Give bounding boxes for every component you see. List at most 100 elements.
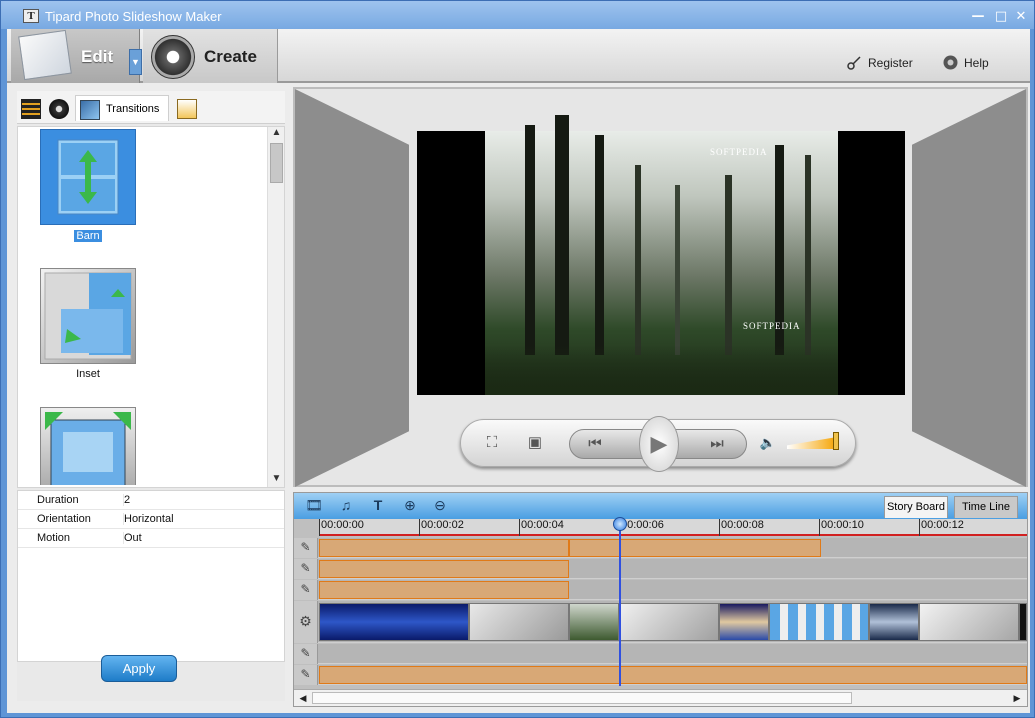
play-icon: ▶ <box>650 431 668 456</box>
scroll-thumb[interactable] <box>312 692 852 704</box>
time-ruler[interactable]: 00:00:00 00:00:02 00:00:04 00:00:06 00:0… <box>319 519 1027 536</box>
register-button[interactable]: Register <box>847 55 913 70</box>
fast-forward-icon[interactable]: ⏭ <box>706 433 728 455</box>
main-toolbar: Edit ▼ Create Register Help <box>7 29 1030 83</box>
transition-list-scrollbar[interactable]: ▲ ▼ <box>267 127 284 487</box>
tab-photo[interactable] <box>19 95 43 121</box>
add-photo-icon[interactable]: 🎞 <box>304 497 324 515</box>
edit-button[interactable]: Edit ▼ <box>11 29 142 83</box>
scroll-thumb[interactable] <box>270 143 283 183</box>
property-row: Motion Out <box>18 529 284 548</box>
app-logo-icon: T <box>23 9 39 23</box>
volume-icon[interactable]: 🔈 <box>757 432 779 454</box>
minimize-button[interactable]: — <box>971 10 985 24</box>
microphone-icon: ✎ <box>294 644 318 664</box>
scroll-down-icon[interactable]: ▼ <box>268 473 285 487</box>
photo-watermark-bottom: SOFTPEDIA <box>743 321 801 331</box>
scroll-up-icon[interactable]: ▲ <box>268 127 285 141</box>
timeline-clip[interactable] <box>569 539 821 557</box>
tab-text[interactable] <box>173 95 201 121</box>
video-clip[interactable] <box>569 603 619 641</box>
close-button[interactable]: ✕ <box>1014 10 1028 24</box>
maximize-button[interactable]: □ <box>994 10 1008 24</box>
property-value[interactable]: 2 <box>123 494 130 506</box>
rewind-icon[interactable]: ⏮ <box>584 433 606 455</box>
text-track[interactable]: ✎ <box>294 559 1027 579</box>
volume-slider-thumb[interactable] <box>833 432 839 450</box>
stop-icon[interactable]: ▣ <box>524 432 546 454</box>
playhead[interactable] <box>613 517 627 686</box>
add-music-icon[interactable]: ♫ <box>336 497 356 515</box>
tab-story-board[interactable]: Story Board <box>884 496 948 518</box>
scroll-left-icon[interactable]: ◀ <box>296 691 310 705</box>
property-value[interactable]: Out <box>123 532 142 544</box>
transition-item-inset[interactable]: Inset <box>40 268 136 380</box>
transition-icon <box>80 100 100 120</box>
tree-trunk <box>635 165 641 355</box>
transition-clip[interactable] <box>469 603 569 641</box>
scroll-right-icon[interactable]: ▶ <box>1010 691 1024 705</box>
tree-trunk <box>725 175 732 355</box>
timeline-clip[interactable] <box>319 581 569 599</box>
apply-button[interactable]: Apply <box>101 655 177 682</box>
timeline-clip[interactable] <box>319 560 569 578</box>
video-clip[interactable] <box>319 603 469 641</box>
tree-trunk <box>555 115 569 355</box>
tab-music[interactable] <box>47 95 71 121</box>
panel-tabs: Transitions <box>17 91 285 124</box>
create-button[interactable]: Create <box>143 29 278 83</box>
property-value[interactable]: Horizontal <box>123 513 174 525</box>
playhead-knob[interactable] <box>613 517 627 531</box>
audio-track[interactable]: ✎ <box>294 665 1027 685</box>
transition-item-barn[interactable]: Barn <box>40 129 136 242</box>
timeline-panel: 🎞 ♫ T ⊕ ⊖ Story Board Time Line 00:00:00… <box>293 492 1028 707</box>
video-clip[interactable] <box>869 603 919 641</box>
help-icon <box>943 55 958 70</box>
timeline-scrollbar[interactable]: ◀ ▶ <box>294 689 1027 706</box>
zoom-in-icon[interactable]: ⊕ <box>400 497 420 515</box>
text-track[interactable]: ✎ <box>294 538 1027 558</box>
transition-thumb <box>40 407 136 485</box>
register-label: Register <box>868 56 913 70</box>
volume-slider[interactable] <box>787 437 837 449</box>
text-note-icon <box>177 99 197 119</box>
tab-transitions[interactable]: Transitions <box>75 95 169 121</box>
video-clip[interactable] <box>1019 603 1027 641</box>
add-text-icon[interactable]: T <box>368 497 388 515</box>
forest-floor <box>485 345 838 395</box>
text-track[interactable]: ✎ <box>294 580 1027 600</box>
pen-icon: ✎ <box>294 538 318 558</box>
play-button[interactable]: ▶ <box>639 416 679 472</box>
audio-track[interactable]: ✎ <box>294 644 1027 664</box>
photo-watermark-top: SOFTPEDIA <box>710 147 768 157</box>
window-title: Tipard Photo Slideshow Maker <box>45 9 222 24</box>
tick-label: 00:00:10 <box>819 519 864 536</box>
property-row: Orientation Horizontal <box>18 510 284 529</box>
tree-trunk <box>525 125 535 355</box>
preview-screen: SOFTPEDIA SOFTPEDIA <box>417 115 905 395</box>
transition-clip[interactable] <box>619 603 719 641</box>
transition-clip[interactable] <box>769 603 869 641</box>
properties-table: Duration 2 Orientation Horizontal Motion Ou… <box>17 490 285 662</box>
edit-label: Edit <box>81 47 114 66</box>
edit-dropdown-button[interactable]: ▼ <box>129 49 142 75</box>
app-window: T Tipard Photo Slideshow Maker — □ ✕ Edi… <box>0 0 1035 718</box>
tab-transitions-label: Transitions <box>106 103 160 115</box>
help-button[interactable]: Help <box>943 55 989 70</box>
transition-clip[interactable] <box>919 603 1019 641</box>
speaker-icon <box>49 99 69 119</box>
tick-label: 00:00:02 <box>419 519 464 536</box>
video-track[interactable]: ⚙ <box>294 601 1027 643</box>
fullscreen-icon[interactable]: ⛶ <box>481 432 503 454</box>
pen-icon: ✎ <box>294 559 318 579</box>
audio-clip[interactable] <box>319 666 1027 684</box>
zoom-out-icon[interactable]: ⊖ <box>430 497 450 515</box>
video-clip[interactable] <box>719 603 769 641</box>
timeline-clip[interactable] <box>319 539 569 557</box>
tick-label: 00:00:04 <box>519 519 564 536</box>
tick-label: 00:00:08 <box>719 519 764 536</box>
stage-right-wall <box>912 89 1026 487</box>
timeline-toolbar: 🎞 ♫ T ⊕ ⊖ Story Board Time Line <box>294 493 1027 519</box>
transition-item-3[interactable] <box>40 407 136 485</box>
tab-time-line[interactable]: Time Line <box>954 496 1018 518</box>
